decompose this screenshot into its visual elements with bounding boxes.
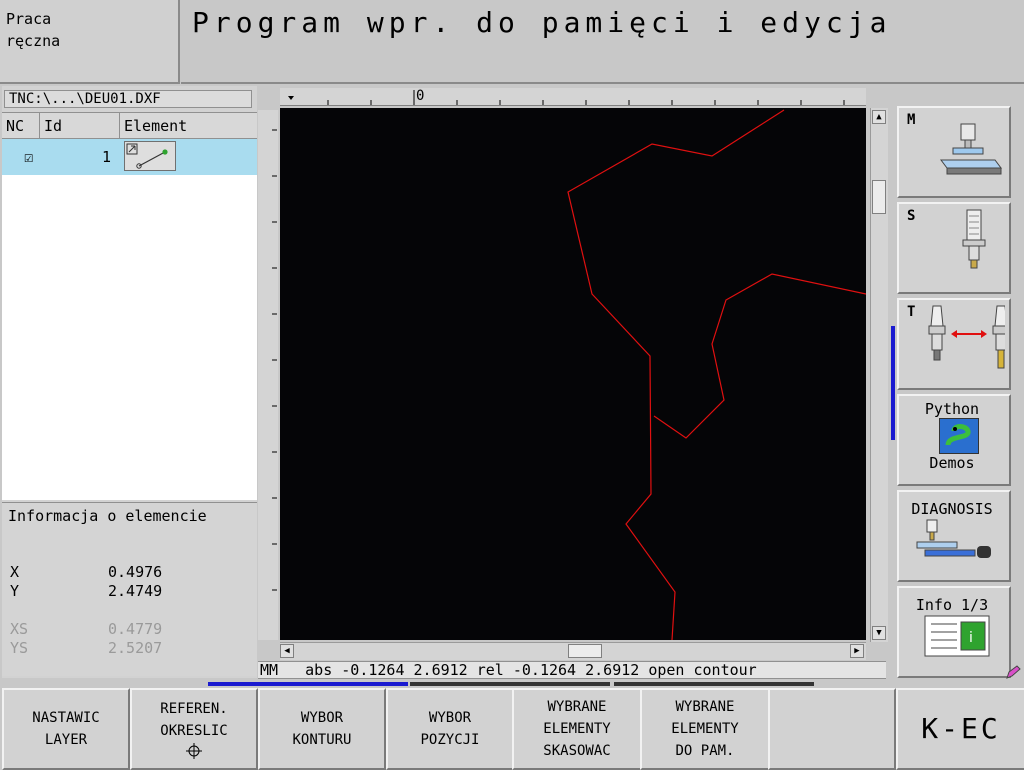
softkey-label: OKRESLIC bbox=[160, 723, 228, 739]
softkey-level-indicator bbox=[614, 682, 814, 686]
demos-label: Demos bbox=[929, 454, 975, 472]
line-element-icon bbox=[124, 141, 176, 171]
ruler-zero-label: 0 bbox=[416, 88, 425, 104]
horizontal-scrollbar[interactable]: ◀ ▶ bbox=[280, 642, 866, 660]
softkey-level-indicator bbox=[410, 682, 610, 686]
info-document-icon: i bbox=[924, 615, 990, 657]
element-id: 1 bbox=[102, 148, 112, 166]
softkey-label: WYBOR bbox=[300, 710, 344, 726]
scroll-left-button[interactable]: ◀ bbox=[280, 644, 294, 658]
softkey-label: K-EC bbox=[921, 712, 1001, 745]
x-value: 0.4976 bbox=[108, 563, 163, 581]
coordinate-status-bar: MM abs -0.1264 2.6912 rel -0.1264 2.6912… bbox=[258, 661, 886, 679]
diagnosis-label: DIAGNOSIS bbox=[911, 500, 993, 518]
python-snake-icon bbox=[939, 418, 979, 454]
softkey-label: ELEMENTY bbox=[543, 721, 611, 737]
python-demos-button[interactable]: Python Demos bbox=[897, 394, 1011, 486]
vertical-scrollbar[interactable]: ▲ ▼ bbox=[870, 108, 888, 642]
mode-label-line1: Praca bbox=[6, 10, 52, 28]
s-key-label: S bbox=[907, 208, 916, 224]
diagnosis-button[interactable]: DIAGNOSIS bbox=[897, 490, 1011, 582]
softkey-level-indicator bbox=[208, 682, 408, 686]
softkey-label: KONTURU bbox=[292, 732, 352, 748]
softkey-select-positions[interactable]: WYBOR POZYCJI bbox=[386, 688, 514, 770]
contour-line bbox=[567, 109, 785, 640]
file-path: TNC:\...\DEU01.DXF bbox=[4, 90, 252, 108]
scroll-up-button[interactable]: ▲ bbox=[872, 110, 886, 124]
python-label: Python bbox=[924, 400, 980, 418]
vertical-ruler bbox=[258, 110, 278, 640]
column-header-id[interactable]: Id bbox=[40, 113, 120, 139]
side-panel-marker bbox=[891, 326, 895, 440]
svg-text:i: i bbox=[969, 630, 973, 646]
table-row[interactable]: ☑ 1 bbox=[2, 139, 257, 175]
m-function-button[interactable]: M bbox=[897, 106, 1011, 198]
element-info-panel: Informacja o elemencie X 0.4976 Y 2.4749… bbox=[2, 502, 257, 676]
softkey-save-selected[interactable]: WYBRANE ELEMENTY DO PAM. bbox=[640, 688, 770, 770]
softkey-label: REFEREN. bbox=[160, 701, 228, 717]
xs-value: 0.4779 bbox=[108, 620, 163, 638]
spindle-tool-icon bbox=[962, 209, 986, 269]
horizontal-ruler: 0 bbox=[280, 88, 866, 106]
softkey-label: SKASOWAC bbox=[543, 743, 611, 759]
info-title: Informacja o elemencie bbox=[8, 507, 207, 525]
horizontal-scroll-thumb[interactable] bbox=[568, 644, 602, 658]
dxf-drawing-canvas[interactable] bbox=[280, 108, 866, 640]
column-header-element[interactable]: Element bbox=[120, 113, 257, 139]
softkey-label: WYBRANE bbox=[675, 699, 735, 715]
scroll-right-button[interactable]: ▶ bbox=[850, 644, 864, 658]
softkey-label: DO PAM. bbox=[675, 743, 735, 759]
softkey-label: WYBOR bbox=[428, 710, 472, 726]
s-function-button[interactable]: S bbox=[897, 202, 1011, 294]
softkey-label: ELEMENTY bbox=[671, 721, 739, 737]
machine-table-icon bbox=[940, 123, 1002, 175]
operating-mode-box: Praca ręczna bbox=[0, 0, 180, 84]
edit-pencil-icon bbox=[1006, 665, 1021, 679]
softkey-delete-selected[interactable]: WYBRANE ELEMENTY SKASOWAC bbox=[512, 688, 642, 770]
ys-value: 2.5207 bbox=[108, 639, 163, 657]
nc-checkbox[interactable]: ☑ bbox=[24, 148, 33, 166]
y-label: Y bbox=[10, 582, 20, 600]
t-function-button[interactable]: T bbox=[897, 298, 1011, 390]
tool-change-icon bbox=[928, 305, 1005, 369]
info-label: Info 1/3 bbox=[915, 596, 989, 614]
mode-label-line2: ręczna bbox=[6, 32, 61, 50]
softkey-set-reference[interactable]: REFEREN. OKRESLIC bbox=[130, 688, 258, 770]
softkey-empty[interactable] bbox=[768, 688, 896, 770]
diagnosis-machine-icon bbox=[916, 519, 991, 558]
softkey-select-contour[interactable]: WYBOR KONTURU bbox=[258, 688, 386, 770]
softkey-label: POZYCJI bbox=[420, 732, 480, 748]
info-button[interactable]: Info 1/3 i bbox=[897, 586, 1011, 678]
y-value: 2.4749 bbox=[108, 582, 163, 600]
ys-label: YS bbox=[10, 639, 29, 657]
x-label: X bbox=[10, 563, 20, 581]
xs-label: XS bbox=[10, 620, 29, 638]
softkey-kec[interactable]: K-EC bbox=[896, 688, 1024, 770]
page-title: Program wpr. do pamięci i edycja bbox=[192, 6, 892, 39]
m-key-label: M bbox=[907, 112, 916, 128]
vertical-scroll-thumb[interactable] bbox=[872, 180, 886, 214]
table-header: NC Id Element bbox=[2, 113, 257, 139]
crosshair-icon bbox=[186, 743, 202, 759]
softkey-label: WYBRANE bbox=[547, 699, 607, 715]
column-header-nc[interactable]: NC bbox=[2, 113, 40, 139]
softkey-label: NASTAWIC bbox=[32, 710, 100, 726]
softkey-set-layer[interactable]: NASTAWIC LAYER bbox=[2, 688, 130, 770]
softkey-label: LAYER bbox=[44, 732, 88, 748]
scroll-down-button[interactable]: ▼ bbox=[872, 626, 886, 640]
contour-line bbox=[653, 273, 866, 439]
